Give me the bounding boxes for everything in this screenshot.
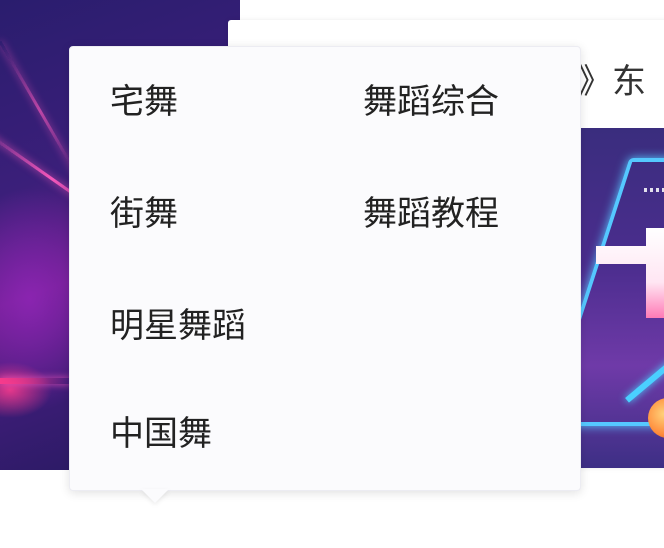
dropdown-pointer	[141, 489, 169, 503]
neon-glow	[0, 378, 70, 384]
menu-item-street-dance[interactable]: 街舞	[110, 194, 178, 234]
menu-item-dance-tutorial[interactable]: 舞蹈教程	[363, 194, 499, 234]
thumbnail-dots	[644, 188, 664, 192]
menu-item-chinese-dance[interactable]: 中国舞	[110, 414, 212, 454]
menu-item-star-dance[interactable]: 明星舞蹈	[110, 306, 246, 346]
video-thumbnail[interactable]	[580, 128, 664, 468]
video-card-title[interactable]: 》东	[578, 54, 646, 103]
menu-item-dance-general[interactable]: 舞蹈综合	[363, 82, 499, 122]
page: 》东 宅舞 舞蹈综合 街舞 舞蹈教程 明星舞蹈 中国舞	[0, 0, 664, 548]
menu-item-zhaiwu[interactable]: 宅舞	[110, 82, 178, 122]
